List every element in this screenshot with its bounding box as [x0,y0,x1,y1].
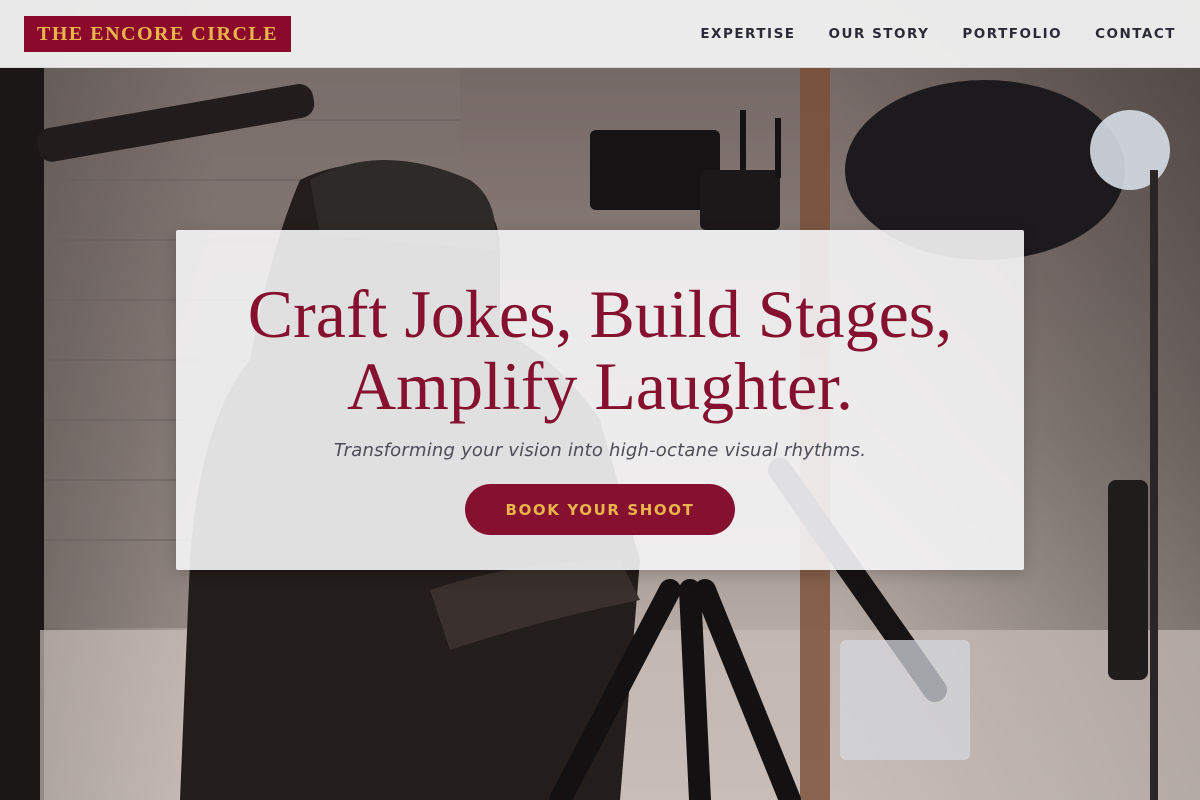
hero-title-line-1: Craft Jokes, Build Stages, [247,276,953,352]
nav-link-portfolio[interactable]: PORTFOLIO [962,26,1062,42]
brand-logo[interactable]: THE ENCORE CIRCLE [24,15,292,52]
nav-link-contact[interactable]: CONTACT [1095,26,1176,42]
main-nav: EXPERTISE OUR STORY PORTFOLIO CONTACT [700,26,1176,42]
hero-subtitle: Transforming your vision into high-octan… [333,440,867,461]
hero-title: Craft Jokes, Build Stages, Amplify Laugh… [176,278,1024,422]
nav-link-expertise[interactable]: EXPERTISE [700,26,795,42]
book-your-shoot-button[interactable]: BOOK YOUR SHOOT [465,484,735,535]
site-header: THE ENCORE CIRCLE EXPERTISE OUR STORY PO… [0,0,1200,68]
hero-title-line-2: Amplify Laughter. [346,348,854,424]
nav-link-our-story[interactable]: OUR STORY [829,26,930,42]
hero-card: Craft Jokes, Build Stages, Amplify Laugh… [176,230,1024,570]
